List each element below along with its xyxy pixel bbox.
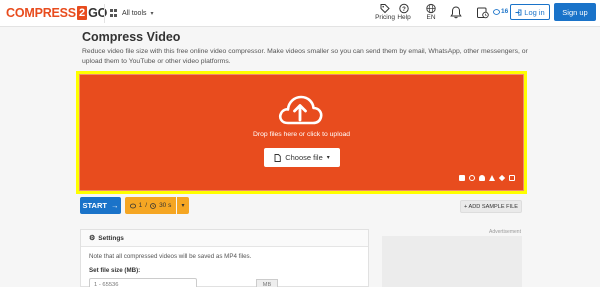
advertisement-box [382, 236, 522, 287]
file-size-unit: MB [256, 279, 278, 287]
coin-icon [493, 8, 500, 15]
svg-text:?: ? [402, 7, 406, 13]
folder-icon[interactable] [459, 175, 465, 181]
all-tools-menu[interactable]: All tools ▾ [110, 6, 154, 20]
help-label: Help [397, 14, 411, 21]
logo-text-left: COMPRESS [6, 6, 76, 20]
settings-note: Note that all compressed videos will be … [89, 253, 252, 260]
signup-label: Sign up [562, 7, 588, 17]
page-description: Reduce video file size with this free on… [82, 48, 528, 65]
page-title: Compress Video [82, 30, 181, 44]
limit-separator: / [145, 202, 148, 209]
pricing-label: Pricing [375, 14, 395, 21]
gear-icon: ⚙ [89, 235, 96, 242]
cloud-icon[interactable] [479, 175, 485, 181]
cloud-upload-icon [278, 95, 323, 125]
tag-icon [380, 4, 390, 14]
settings-panel: ⚙ Settings Note that all compressed vide… [80, 229, 369, 287]
file-size-label: Set file size (MB): [89, 267, 141, 274]
chevron-down-icon: ▾ [150, 10, 154, 17]
upload-dropzone[interactable]: Drop files here or click to upload Choos… [79, 74, 524, 191]
drop-files-text: Drop files here or click to upload [252, 131, 351, 138]
limit-files: 1 [138, 202, 143, 209]
coin-icon [129, 203, 136, 208]
add-sample-label: + ADD SAMPLE FILE [464, 203, 518, 210]
logo-text-mid: 2 [76, 6, 88, 20]
login-button[interactable]: Log in [510, 4, 550, 20]
pricing-link[interactable]: Pricing [374, 3, 396, 21]
header-divider [104, 4, 105, 23]
upload-source-icons [459, 174, 515, 182]
settings-title: Settings [98, 234, 124, 242]
file-limit-badge[interactable]: 1 / 30 s [125, 197, 176, 214]
chevron-down-icon: ▾ [326, 155, 330, 161]
top-header: COMPRESS 2 GO All tools ▾ Pricing ? Help… [0, 0, 600, 27]
limit-dropdown-toggle[interactable]: ▾ [177, 197, 189, 214]
file-size-input[interactable] [89, 278, 197, 287]
help-link[interactable]: ? Help [397, 3, 411, 21]
arrow-right-icon: → [110, 201, 119, 210]
help-icon: ? [399, 3, 409, 14]
add-sample-file-button[interactable]: + ADD SAMPLE FILE [460, 200, 522, 213]
chevron-down-icon: ▾ [181, 203, 185, 209]
clock-icon [150, 202, 156, 209]
language-label: EN [426, 14, 436, 21]
credits-counter[interactable]: 16 [493, 8, 508, 15]
language-selector[interactable]: EN [424, 3, 438, 21]
start-button[interactable]: START → [80, 197, 121, 214]
start-label: START [82, 201, 107, 210]
settings-header: ⚙ Settings [81, 230, 368, 247]
globe-icon [426, 3, 436, 14]
dropbox-icon[interactable] [498, 174, 506, 182]
all-tools-label: All tools [122, 9, 147, 17]
bell-icon[interactable] [450, 6, 462, 19]
onedrive-icon[interactable] [509, 175, 515, 181]
choose-file-button[interactable]: Choose file ▾ [264, 148, 340, 167]
logo[interactable]: COMPRESS 2 GO [6, 5, 107, 21]
file-icon [274, 153, 281, 162]
choose-file-label: Choose file [285, 153, 323, 162]
signup-button[interactable]: Sign up [554, 3, 596, 21]
login-icon [515, 9, 522, 15]
limit-time: 30 s [159, 202, 172, 209]
grid-icon [110, 9, 118, 17]
link-icon[interactable] [469, 175, 475, 181]
login-label: Log in [524, 7, 545, 17]
advertisement-label: Advertisement [489, 229, 521, 235]
upload-highlight: Drop files here or click to upload Choos… [76, 71, 527, 194]
google-drive-icon[interactable] [489, 175, 495, 181]
credits-value: 16 [501, 8, 509, 15]
history-icon[interactable] [476, 6, 489, 19]
